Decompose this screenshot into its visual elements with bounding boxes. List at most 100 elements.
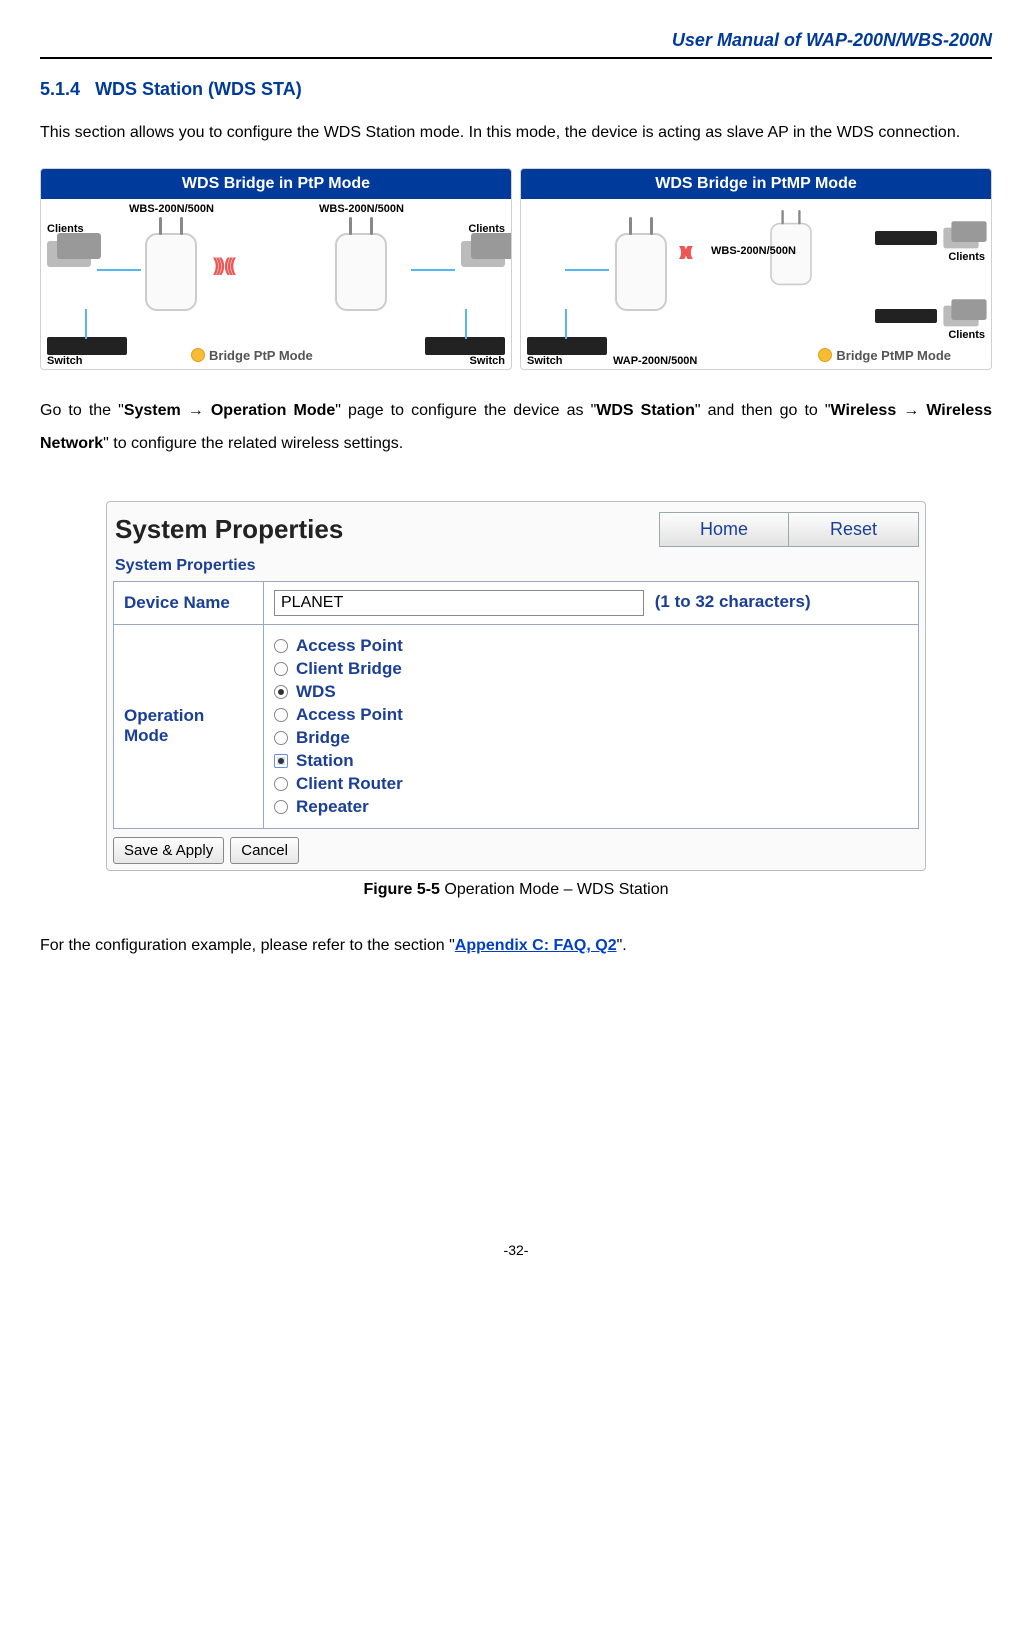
connection-line	[97, 269, 141, 271]
appendix-link[interactable]: Appendix C: FAQ, Q2	[455, 937, 617, 954]
label-clients2: Clients	[948, 329, 985, 341]
switch-icon	[875, 309, 937, 323]
mode-tag: Bridge PtMP Mode	[818, 348, 951, 363]
mode-tag-label: Bridge PtMP Mode	[836, 348, 951, 363]
operation-mode-label: Operation Mode	[114, 624, 264, 828]
ap-icon	[335, 233, 387, 311]
action-row: Save & Apply Cancel	[113, 837, 919, 864]
panel-subhead: System Properties	[115, 557, 919, 575]
diagram-ptmp-title: WDS Bridge in PtMP Mode	[521, 169, 991, 199]
figure-caption: Figure 5-5 Operation Mode – WDS Station	[40, 881, 992, 899]
mode-tag-label: Bridge PtP Mode	[209, 348, 313, 363]
clients-icon	[943, 305, 978, 326]
radio-icon	[274, 662, 288, 676]
radio-icon	[274, 685, 288, 699]
device-name-cell: (1 to 32 characters)	[264, 581, 919, 624]
nav-path-1: System → Operation Mode	[124, 402, 335, 419]
system-properties-panel: System Properties Home Reset System Prop…	[106, 501, 926, 871]
radio-client-bridge[interactable]: Client Bridge	[274, 659, 908, 679]
text: Go to the "	[40, 402, 124, 419]
label-switch-right: Switch	[470, 355, 505, 367]
label-switch-left: Switch	[47, 355, 82, 367]
radio-label: Access Point	[296, 636, 403, 656]
radio-label: Client Bridge	[296, 659, 402, 679]
switch-icon	[47, 337, 127, 355]
section-heading: 5.1.4 WDS Station (WDS STA)	[40, 79, 992, 100]
clients-icon	[461, 241, 505, 267]
panel-titlebar: System Properties Home Reset	[113, 508, 919, 555]
radio-icon	[274, 754, 288, 768]
device-name-label: Device Name	[114, 581, 264, 624]
text: " page to configure the device as "	[335, 402, 596, 419]
connection-line	[565, 309, 567, 339]
section-title: WDS Station (WDS STA)	[95, 79, 302, 99]
diagram-ptp: WDS Bridge in PtP Mode WBS-200N/500N WBS…	[40, 168, 512, 370]
radio-wds-access-point[interactable]: Access Point	[274, 705, 908, 725]
radio-wds-bridge[interactable]: Bridge	[274, 728, 908, 748]
figure-text: Operation Mode – WDS Station	[440, 881, 669, 898]
radio-wave-icon: ))) (((	[679, 243, 690, 259]
clients-icon	[47, 241, 91, 267]
text: " to configure the related wireless sett…	[103, 435, 403, 452]
properties-table: Device Name (1 to 32 characters) Operati…	[113, 581, 919, 829]
reference-paragraph: For the configuration example, please re…	[40, 929, 992, 963]
radio-wave-icon: ))) (((	[213, 255, 233, 276]
radio-label: Station	[296, 751, 354, 771]
ap-icon	[615, 233, 667, 311]
reset-button[interactable]: Reset	[789, 512, 919, 547]
radio-icon	[274, 708, 288, 722]
diagram-row: WDS Bridge in PtP Mode WBS-200N/500N WBS…	[40, 168, 992, 370]
label-ap-right: WBS-200N/500N	[319, 203, 404, 215]
label-ap-left: WBS-200N/500N	[129, 203, 214, 215]
radio-label: Repeater	[296, 797, 369, 817]
radio-repeater[interactable]: Repeater	[274, 797, 908, 817]
radio-wds-station[interactable]: Station	[274, 751, 908, 771]
intro-paragraph: This section allows you to configure the…	[40, 116, 992, 150]
radio-label: Bridge	[296, 728, 350, 748]
section-number: 5.1.4	[40, 79, 80, 99]
connection-line	[85, 309, 87, 339]
ap-icon	[145, 233, 197, 311]
text: For the configuration example, please re…	[40, 937, 455, 954]
device-name-input[interactable]	[274, 590, 644, 616]
nav-instruction: Go to the "System → Operation Mode" page…	[40, 394, 992, 461]
operation-mode-cell: Access Point Client Bridge WDS Access Po…	[264, 624, 919, 828]
device-name-hint: (1 to 32 characters)	[655, 592, 811, 611]
radio-access-point[interactable]: Access Point	[274, 636, 908, 656]
label-top-ap: WBS-200N/500N	[711, 245, 796, 257]
radio-icon	[274, 777, 288, 791]
connection-line	[411, 269, 455, 271]
text: ".	[617, 937, 627, 954]
switch-icon	[425, 337, 505, 355]
mode-tag: Bridge PtP Mode	[191, 348, 313, 363]
page-number: -32-	[40, 1242, 992, 1258]
radio-icon	[274, 639, 288, 653]
home-button[interactable]: Home	[659, 512, 789, 547]
figure-label: Figure 5-5	[363, 881, 439, 898]
diagram-ptmp: WDS Bridge in PtMP Mode WBS-200N/500N WA…	[520, 168, 992, 370]
header-rule	[40, 57, 992, 59]
label-clients: Clients	[948, 251, 985, 263]
connection-line	[565, 269, 609, 271]
mode-name: WDS Station	[596, 402, 695, 419]
radio-label: WDS	[296, 682, 336, 702]
mode-dot-icon	[818, 348, 832, 362]
radio-client-router[interactable]: Client Router	[274, 774, 908, 794]
switch-icon	[875, 231, 937, 245]
connection-line	[465, 309, 467, 339]
mode-dot-icon	[191, 348, 205, 362]
diagram-ptp-title: WDS Bridge in PtP Mode	[41, 169, 511, 199]
text: " and then go to "	[695, 402, 831, 419]
radio-label: Access Point	[296, 705, 403, 725]
radio-wds[interactable]: WDS	[274, 682, 908, 702]
radio-icon	[274, 731, 288, 745]
label-center-ap: WAP-200N/500N	[613, 355, 697, 367]
radio-label: Client Router	[296, 774, 403, 794]
cancel-button[interactable]: Cancel	[230, 837, 299, 864]
save-apply-button[interactable]: Save & Apply	[113, 837, 224, 864]
clients-icon	[943, 227, 978, 248]
header-title: User Manual of WAP-200N/WBS-200N	[40, 30, 992, 51]
label-switch: Switch	[527, 355, 562, 367]
panel-title: System Properties	[115, 514, 343, 545]
switch-icon	[527, 337, 607, 355]
